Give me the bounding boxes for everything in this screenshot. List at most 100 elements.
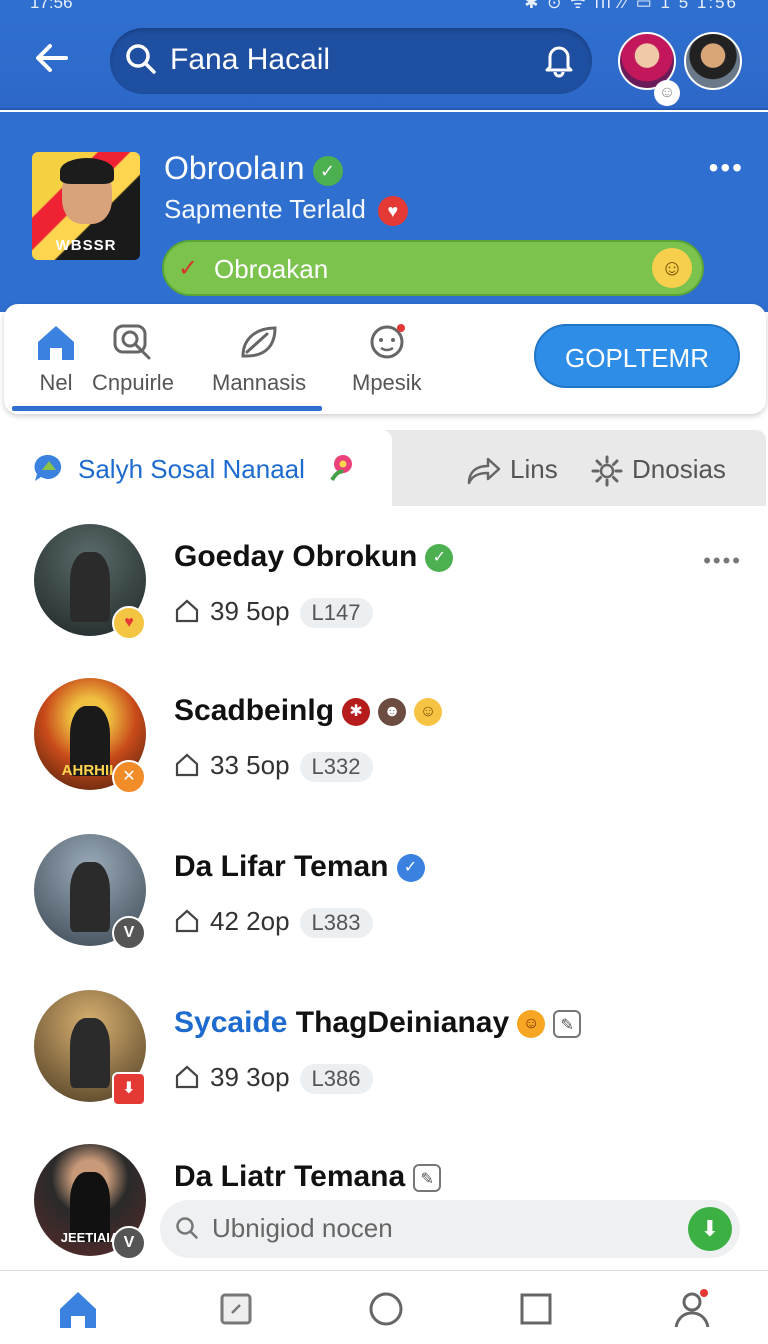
comment-placeholder: Ubnigiod nocen	[212, 1213, 393, 1243]
nav-card: Nel Cnpuirle Mannasis Mpesik GOPLTEMR	[4, 304, 766, 414]
status-icons: ✱ ⊙ ᯤ ıll ⁄⁄ ▭ 1 5 1:56	[524, 0, 738, 12]
nav-label: Cnpuirle	[92, 370, 174, 395]
back-button[interactable]	[28, 38, 76, 86]
nav-label: Nel	[39, 370, 73, 395]
status-pill[interactable]: ✓ Obroakan ☺	[162, 240, 704, 296]
bug-icon: ✱	[342, 698, 371, 727]
smile-emoji-icon: ☺	[414, 698, 443, 727]
bell-icon[interactable]	[540, 40, 578, 78]
emoji-icon: ☺	[652, 248, 692, 288]
avatar[interactable]	[684, 32, 742, 90]
v-badge-icon: V	[112, 1226, 146, 1260]
status-time: 17:56	[30, 0, 73, 12]
tab-salyh-sosal[interactable]: Salyh Sosal Nanaal	[4, 430, 392, 506]
verified-gear-icon: ✓	[396, 854, 425, 883]
post-tag: L386	[299, 1064, 373, 1094]
home-outline-icon	[175, 909, 199, 933]
home-outline-icon	[175, 599, 199, 623]
thumb-hair	[60, 158, 114, 184]
complete-button[interactable]: GOPLTEMR	[534, 324, 740, 388]
post-count: 39	[210, 1062, 239, 1092]
post-meta: 39 3op L386	[174, 1062, 373, 1094]
square-icon[interactable]	[514, 1287, 558, 1331]
tab-label: Salyh Sosal Nanaal	[78, 454, 305, 484]
avatar-figure	[70, 862, 110, 932]
post-unit: 5op	[246, 750, 290, 780]
post-meta: 39 5op L147	[174, 596, 373, 628]
post-count: 42	[210, 906, 239, 936]
page-thumbnail[interactable]: WBSSR	[32, 152, 140, 260]
home-icon	[38, 326, 74, 360]
post-name-row: Sycaide ThagDeinianay ☺ ✎	[174, 1006, 582, 1040]
post-tag: L332	[299, 752, 373, 782]
edit-icon: ✎	[553, 1010, 582, 1039]
post-name: ThagDeinianay	[295, 1006, 510, 1039]
share-icon	[467, 457, 501, 485]
face-icon	[370, 324, 405, 359]
page-subtitle-row: Sapmente Terlald ♥	[164, 194, 408, 227]
flower-icon	[330, 455, 352, 482]
post-name: Da Lifar Teman	[174, 850, 389, 883]
status-label: Obroakan	[214, 254, 329, 284]
back-arrow-icon	[36, 44, 68, 72]
home-icon[interactable]	[56, 1287, 100, 1331]
smirk-emoji-icon: ☺	[517, 1010, 546, 1039]
bottom-nav	[0, 1270, 768, 1344]
page-title: Obroolaın	[164, 150, 305, 186]
circle-icon[interactable]	[364, 1287, 408, 1331]
more-options-icon[interactable]: ••••	[703, 548, 742, 574]
square-edit-icon[interactable]	[214, 1287, 258, 1331]
list-item[interactable]: V Da Lifar Teman ✓ 42 2op L383	[0, 822, 768, 972]
post-name-row: Da Liatr Temana ✎	[174, 1160, 442, 1194]
list-item[interactable]: AHRHIL ✕ Scadbeinlg ✱ ☻ ☺ 33 5op L332	[0, 666, 768, 816]
nav-item-search[interactable]: Cnpuirle	[92, 322, 174, 396]
post-unit: 2op	[246, 906, 290, 936]
post-count: 39	[210, 596, 239, 626]
page-subtitle: Sapmente Terlald	[164, 194, 366, 224]
post-name-row: Scadbeinlg ✱ ☻ ☺	[174, 694, 443, 728]
sub-tabs: Salyh Sosal Nanaal Lins Dnosias	[4, 430, 766, 506]
list-item[interactable]: ⬇ Sycaide ThagDeinianay ☺ ✎ 39 3op L386	[0, 978, 768, 1128]
tab-dnosias[interactable]: Dnosias	[590, 454, 726, 488]
verified-icon: ✓	[312, 155, 343, 186]
heart-icon: ♥	[377, 196, 408, 227]
search-icon	[176, 1217, 198, 1239]
post-name-row: Goeday Obrokun ✓	[174, 540, 454, 574]
close-badge-icon: ✕	[112, 760, 146, 794]
post-list: ♥ Goeday Obrokun ✓ 39 5op L147 •••• AHRHIL…	[0, 506, 768, 1266]
post-name-highlight: Sycaide	[174, 1006, 288, 1039]
more-options-icon[interactable]: •••	[709, 152, 744, 184]
post-unit: 5op	[246, 596, 290, 626]
home-outline-icon	[175, 1065, 199, 1089]
post-meta: 42 2op L383	[174, 906, 373, 938]
page-title-row: Obroolaın ✓	[164, 150, 343, 187]
search-chat-icon	[113, 324, 151, 360]
send-icon[interactable]: ⬇	[688, 1207, 732, 1251]
nav-label: Mannasis	[212, 370, 307, 395]
avatar-figure	[70, 1018, 110, 1088]
post-name: Goeday Obrokun	[174, 540, 418, 573]
search-bar[interactable]: Fana Hacail	[110, 28, 592, 94]
home-outline-icon	[175, 753, 199, 777]
verified-icon: ✓	[425, 544, 454, 573]
gear-icon	[591, 455, 623, 487]
post-unit: 3op	[246, 1062, 290, 1092]
tab-lins[interactable]: Lins	[466, 454, 558, 486]
v-badge-icon: V	[112, 916, 146, 950]
chat-bubble-icon	[34, 454, 62, 481]
avatar-figure	[70, 552, 110, 622]
check-icon: ✓	[178, 255, 199, 282]
post-tag: L383	[299, 908, 373, 938]
post-count: 33	[210, 750, 239, 780]
post-tag: L147	[299, 598, 373, 628]
list-item[interactable]: ♥ Goeday Obrokun ✓ 39 5op L147 ••••	[0, 512, 768, 662]
active-tab-indicator	[12, 406, 322, 411]
comment-input[interactable]: Ubnigiod nocen ⬇	[160, 1200, 740, 1258]
profile-icon[interactable]	[670, 1287, 714, 1331]
nav-item-mannasis[interactable]: Mannasis	[212, 322, 306, 396]
leaf-icon	[241, 326, 277, 358]
nav-item-mpesik[interactable]: Mpesik	[352, 322, 422, 396]
heart-badge-icon: ♥	[112, 606, 146, 640]
nav-item-home[interactable]: Nel	[34, 322, 78, 396]
sunglasses-emoji-icon: ☻	[378, 698, 407, 727]
